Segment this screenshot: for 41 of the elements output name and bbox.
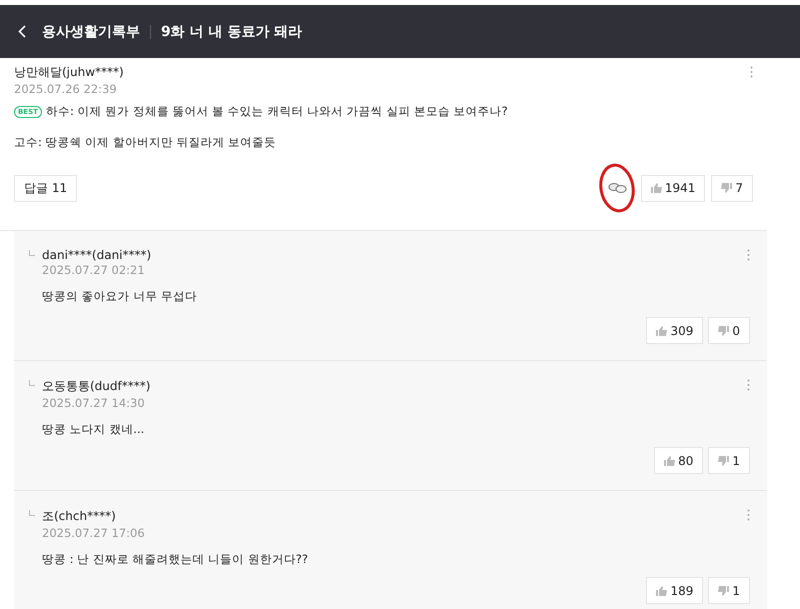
thumbs-down-icon <box>718 586 730 596</box>
thumbs-down-icon <box>721 183 732 193</box>
episode-title: 9화 너 내 동료가 돼라 <box>161 22 302 40</box>
like-button[interactable]: 309 <box>646 317 704 344</box>
back-icon[interactable] <box>18 25 26 38</box>
reply-author: dani****(dani****) <box>42 248 152 262</box>
more-icon[interactable] <box>747 379 750 391</box>
thumbs-up-icon <box>656 586 668 596</box>
thumbs-down-icon <box>718 456 730 466</box>
comment-text: 하수: 이제 뭔가 정체를 뚫어서 볼 수있는 캐릭터 나와서 가끔씩 실피 본모습 보여주나? <box>46 104 508 119</box>
reply-text: 땅콩 노다지 캤네... <box>42 422 144 437</box>
like-button[interactable]: 1941 <box>640 174 706 202</box>
reply-indent-icon <box>29 510 35 516</box>
reply-indent-icon <box>29 380 35 386</box>
more-icon[interactable] <box>747 509 750 521</box>
reply-date: 2025.07.27 17:06 <box>42 526 145 540</box>
reply-author: 오동통통(dudf****) <box>42 378 150 395</box>
dislike-button[interactable]: 0 <box>708 317 750 344</box>
like-button[interactable]: 80 <box>654 447 704 474</box>
dislike-button[interactable]: 1 <box>708 447 750 474</box>
thumbs-up-icon <box>650 183 662 193</box>
peanut-drawing <box>596 162 637 214</box>
reply-indent-icon <box>29 250 35 256</box>
more-icon[interactable] <box>747 249 750 261</box>
reply-date: 2025.07.27 14:30 <box>42 396 145 410</box>
comment-text: 고수: 땅콩쉑 이제 할아버지만 뒤질라게 보여줄듯 <box>14 135 276 150</box>
dislike-button[interactable]: 7 <box>711 174 753 202</box>
series-title: 용사생활기록부 <box>42 22 140 40</box>
dislike-button[interactable]: 1 <box>708 577 750 604</box>
like-button[interactable]: 189 <box>646 577 704 604</box>
reply-author: 조(chch****) <box>42 508 116 525</box>
comment-author: 낭만해달(juhw****) <box>14 64 124 81</box>
thumbs-down-icon <box>718 326 730 336</box>
comment-date: 2025.07.26 22:39 <box>14 82 117 96</box>
more-icon[interactable] <box>750 66 753 78</box>
thumbs-up-icon <box>664 456 676 466</box>
reply-text: 땅콩 : 난 진짜로 해줄려했는데 니들이 원한거다?? <box>42 552 308 567</box>
thumbs-up-icon <box>656 326 668 336</box>
reply-text: 땅콩의 좋아요가 너무 무섭다 <box>42 289 197 304</box>
reply-count-button[interactable]: 답글 11 <box>14 174 78 202</box>
reply-date: 2025.07.27 02:21 <box>42 263 145 277</box>
